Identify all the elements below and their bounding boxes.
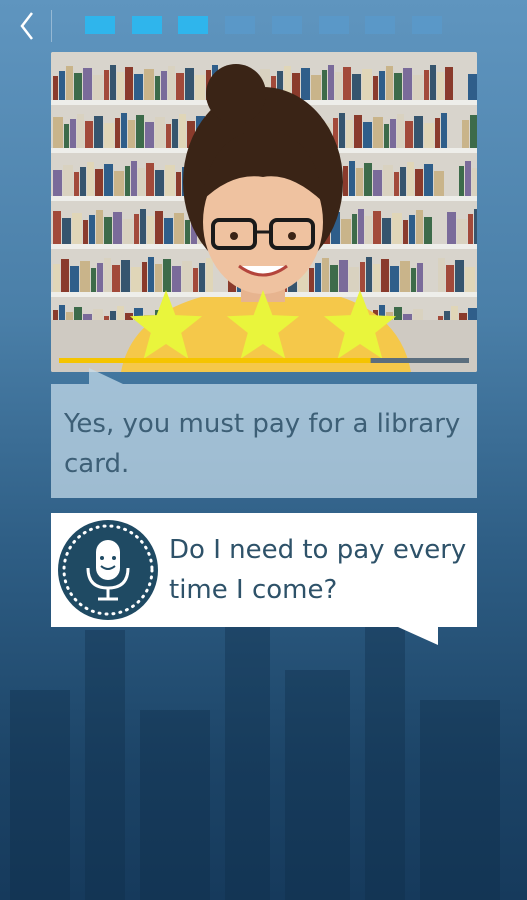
question-text: Do I need to pay every time I come? bbox=[169, 535, 467, 605]
question-bubble: Do I need to pay every time I come? bbox=[51, 513, 477, 627]
answer-bubble-tail bbox=[89, 368, 123, 384]
answer-text: Yes, you must pay for a library card. bbox=[64, 409, 461, 479]
back-button[interactable] bbox=[10, 6, 44, 46]
progress-step bbox=[131, 16, 162, 34]
question-bubble-tail bbox=[398, 627, 438, 645]
answer-bubble: Yes, you must pay for a library card. bbox=[51, 384, 477, 498]
video-player[interactable] bbox=[51, 52, 477, 372]
library-scene-image bbox=[51, 52, 477, 372]
progress-step bbox=[85, 16, 115, 34]
progress-step bbox=[271, 16, 302, 34]
progress-step bbox=[225, 16, 256, 34]
chevron-left-icon bbox=[20, 12, 33, 40]
video-progress-fill bbox=[59, 358, 371, 363]
progress-step bbox=[318, 16, 349, 34]
progress-step bbox=[365, 16, 396, 34]
progress-step bbox=[178, 16, 209, 34]
topbar-divider bbox=[51, 10, 52, 42]
progress-step bbox=[411, 16, 442, 34]
top-bar bbox=[0, 0, 527, 52]
microphone-icon bbox=[62, 524, 154, 616]
microphone-button[interactable] bbox=[58, 520, 158, 620]
